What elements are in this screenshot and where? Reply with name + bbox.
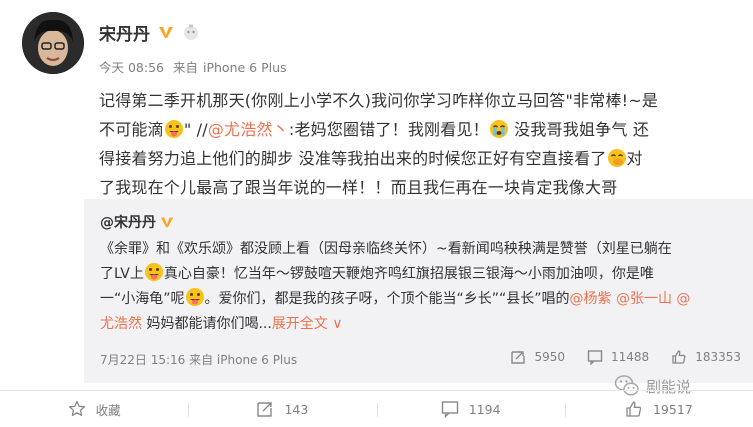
retweet-comment-stat[interactable]: 11488 [587, 349, 649, 365]
covering-mouth-emoji-icon [607, 149, 626, 167]
mention-link[interactable]: @张一山 [612, 291, 672, 307]
tongue-face-emoji-icon [185, 288, 204, 306]
mention-link[interactable]: @杨紫 [570, 291, 612, 307]
post-time[interactable]: 今天 08:56 [99, 60, 164, 75]
post-meta: 今天 08:56 来自 iPhone 6 Plus [99, 57, 292, 76]
mention-link[interactable]: 尤浩然 [100, 316, 142, 332]
retweet-text-p5: 。爱你们，都是我的孩子呀，个顶个能当“乡长”“县长”唱的 [204, 291, 570, 307]
retweet-stats: 5950 11488 183353 [488, 349, 741, 365]
comment-icon [441, 401, 458, 418]
mention-link[interactable]: @尤浩然丶 [208, 120, 289, 139]
retweet-repost-count: 5950 [534, 350, 565, 364]
retweet-repost-stat[interactable]: 5950 [510, 349, 565, 365]
avatar[interactable] [22, 12, 84, 74]
retweet-like-count: 183353 [695, 350, 741, 364]
post-text-line-2d: 没我哥我姐争气 还 [508, 120, 650, 139]
post-text: 记得第二季开机那天(你刚上小学不久)我问你学习咋样你立马回答"非常棒!~是 不可… [99, 86, 729, 202]
tongue-face-emoji-icon [144, 263, 163, 281]
action-bar: 收藏 143 1194 19517 [0, 390, 753, 427]
source-prefix: 来自 [172, 60, 198, 75]
like-button[interactable]: 19517 [564, 400, 753, 418]
retweet-text-p3: 真心自豪！忆当年～锣鼓喧天鞭炮齐鸣红旗招展银三银海～小雨加油呗，你是唯 [163, 266, 654, 282]
retweet-text-p4: 一“小海龟”呢 [100, 291, 185, 307]
verified-v-icon [160, 217, 174, 228]
thumbs-up-icon [626, 401, 642, 417]
post-text-line-2a: 不可能滴 [99, 120, 164, 139]
tongue-face-emoji-icon [164, 120, 183, 138]
retweet-text-p6: 妈妈都能请你们喝... [142, 316, 272, 332]
retweet-like-stat[interactable]: 183353 [671, 349, 741, 365]
comment-button[interactable]: 1194 [376, 400, 565, 418]
retweet-author[interactable]: @宋丹丹 [100, 212, 156, 232]
thumbs-up-icon [672, 350, 686, 364]
repost-count: 143 [284, 401, 309, 417]
post-text-line-2b: " // [183, 120, 208, 139]
post-text-line-2c: :老妈您圈错了！我刚看见！ [288, 120, 489, 139]
comment-icon [587, 350, 603, 365]
expand-full-text-link[interactable]: 展开全文 ∨ [272, 316, 343, 332]
retweet-text: 《余罪》和《欢乐颂》都没顾上看（因母亲临终关怀）~看新闻呜秧秧满是赞誉（刘星已躺… [100, 237, 740, 337]
retweet-meta[interactable]: 7月22日 15:16 来自 iPhone 6 Plus [100, 351, 297, 368]
favorite-label: 收藏 [95, 402, 121, 418]
repost-icon [511, 351, 526, 364]
retweet-text-p1: 《余罪》和《欢乐颂》都没顾上看（因母亲临终关怀）~看新闻呜秧秧满是赞誉（刘星已躺… [100, 241, 672, 257]
post-text-line-3b: 对 [626, 149, 643, 168]
member-icon[interactable] [182, 23, 200, 41]
retweet-comment-count: 11488 [611, 350, 650, 364]
post-source[interactable]: iPhone 6 Plus [203, 60, 287, 75]
like-count: 19517 [652, 401, 693, 417]
retweet-text-p2: 了LV上 [100, 266, 144, 282]
author-row: 宋丹丹 [99, 20, 200, 45]
mention-link[interactable]: @ [672, 291, 690, 307]
verified-v-icon [159, 27, 173, 38]
post-text-line-1: 记得第二季开机那天(你刚上小学不久)我问你学习咋样你立马回答"非常棒!~是 [99, 91, 659, 110]
repost-icon [257, 402, 273, 417]
crying-face-emoji-icon [489, 120, 508, 138]
star-icon [68, 400, 85, 417]
author-name[interactable]: 宋丹丹 [99, 20, 150, 45]
retweet-author-row: @宋丹丹 [100, 212, 174, 232]
favorite-button[interactable]: 收藏 [0, 400, 188, 419]
repost-button[interactable]: 143 [188, 400, 376, 418]
comment-count: 1194 [468, 401, 501, 417]
retweet-box[interactable]: @宋丹丹 《余罪》和《欢乐颂》都没顾上看（因母亲临终关怀）~看新闻呜秧秧满是赞誉… [84, 199, 753, 383]
post-text-line-4: 了我现在个儿最高了跟当年说的一样！！而且我仨再在一块肯定我像大哥 [99, 178, 618, 197]
post-text-line-3a: 得接着努力追上他们的脚步 没准等我拍出来的时候您正好有空直接看了 [99, 149, 607, 168]
